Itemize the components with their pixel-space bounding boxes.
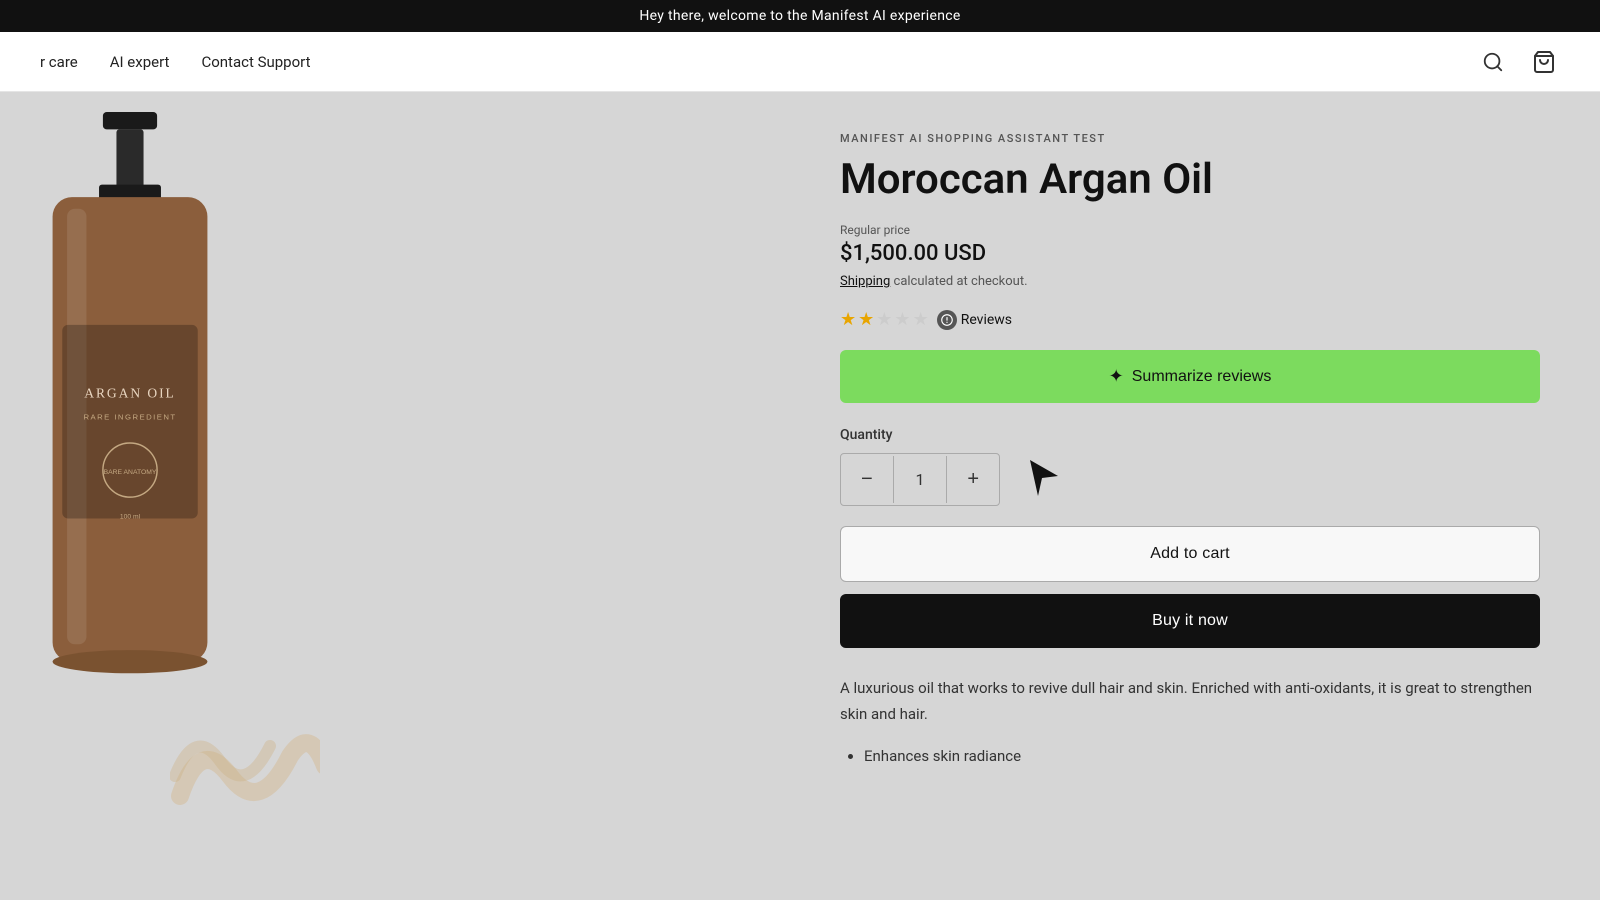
bottle-container: ARGAN OIL RARE INGREDIENT BARE ANATOMY 1… <box>20 112 240 712</box>
product-title: Moroccan Argan Oil <box>840 157 1540 203</box>
main-content: ARGAN OIL RARE INGREDIENT BARE ANATOMY 1… <box>0 92 1600 896</box>
star-2: ★ <box>858 309 874 330</box>
sparkle-icon: ✦ <box>1109 366 1124 387</box>
add-to-cart-button[interactable]: Add to cart <box>840 526 1540 582</box>
star-5: ★ <box>913 309 929 330</box>
bullet-list: Enhances skin radiance <box>840 743 1540 770</box>
search-icon <box>1482 51 1504 73</box>
svg-text:ARGAN OIL: ARGAN OIL <box>84 385 175 400</box>
svg-text:RARE INGREDIENT: RARE INGREDIENT <box>83 413 176 422</box>
price-section: Regular price $1,500.00 USD <box>840 223 1540 266</box>
shipping-text: Shipping calculated at checkout. <box>840 274 1540 289</box>
price-label: Regular price <box>840 223 1540 237</box>
quantity-value: 1 <box>893 456 948 503</box>
shipping-link[interactable]: Shipping <box>840 274 890 289</box>
summarize-btn-label: Summarize reviews <box>1132 368 1272 386</box>
announcement-bar: Hey there, welcome to the Manifest AI ex… <box>0 0 1600 32</box>
quantity-control: − 1 + <box>840 453 1000 506</box>
star-3: ★ <box>876 309 892 330</box>
cart-icon <box>1532 50 1556 74</box>
quantity-decrease-button[interactable]: − <box>841 454 893 505</box>
quantity-increase-button[interactable]: + <box>947 454 999 505</box>
product-price: $1,500.00 USD <box>840 241 1540 266</box>
quantity-row: − 1 + <box>840 453 1540 506</box>
reviews-badge[interactable]: Reviews <box>937 310 1012 330</box>
cart-button[interactable] <box>1528 46 1560 78</box>
reviews-icon-svg <box>940 313 954 327</box>
summarize-reviews-button[interactable]: ✦ Summarize reviews <box>840 350 1540 403</box>
product-image-section: ARGAN OIL RARE INGREDIENT BARE ANATOMY 1… <box>0 92 800 896</box>
reviews-label: Reviews <box>961 312 1012 328</box>
star-1: ★ <box>840 309 856 330</box>
cursor-arrow-icon <box>1030 460 1066 500</box>
product-description: A luxurious oil that works to revive dul… <box>840 676 1540 727</box>
buy-now-button[interactable]: Buy it now <box>840 594 1540 648</box>
nav-item-contact-support[interactable]: Contact Support <box>201 53 310 71</box>
product-details: MANIFEST AI SHOPPING ASSISTANT TEST Moro… <box>800 92 1600 896</box>
svg-text:BARE ANATOMY: BARE ANATOMY <box>104 469 157 476</box>
svg-text:100 ml: 100 ml <box>120 513 141 520</box>
star-4: ★ <box>894 309 910 330</box>
brand-label: MANIFEST AI SHOPPING ASSISTANT TEST <box>840 132 1540 145</box>
nav-item-ai-expert[interactable]: AI expert <box>110 53 170 71</box>
quantity-label: Quantity <box>840 427 1540 443</box>
header: r care AI expert Contact Support <box>0 32 1600 92</box>
rating-section: ★ ★ ★ ★ ★ Reviews <box>840 309 1540 330</box>
search-button[interactable] <box>1478 47 1508 77</box>
nav-left: r care AI expert Contact Support <box>40 53 311 71</box>
bullet-item: Enhances skin radiance <box>864 743 1540 770</box>
product-image-placeholder: ARGAN OIL RARE INGREDIENT BARE ANATOMY 1… <box>0 112 800 896</box>
bottle-svg: ARGAN OIL RARE INGREDIENT BARE ANATOMY 1… <box>20 112 240 712</box>
nav-icons <box>1478 46 1560 78</box>
stars: ★ ★ ★ ★ ★ <box>840 309 929 330</box>
reviews-icon <box>937 310 957 330</box>
announcement-text: Hey there, welcome to the Manifest AI ex… <box>639 8 960 24</box>
shipping-calculated: calculated at checkout. <box>894 274 1028 289</box>
decorative-squiggle <box>170 716 320 816</box>
nav-item-care[interactable]: r care <box>40 53 78 71</box>
